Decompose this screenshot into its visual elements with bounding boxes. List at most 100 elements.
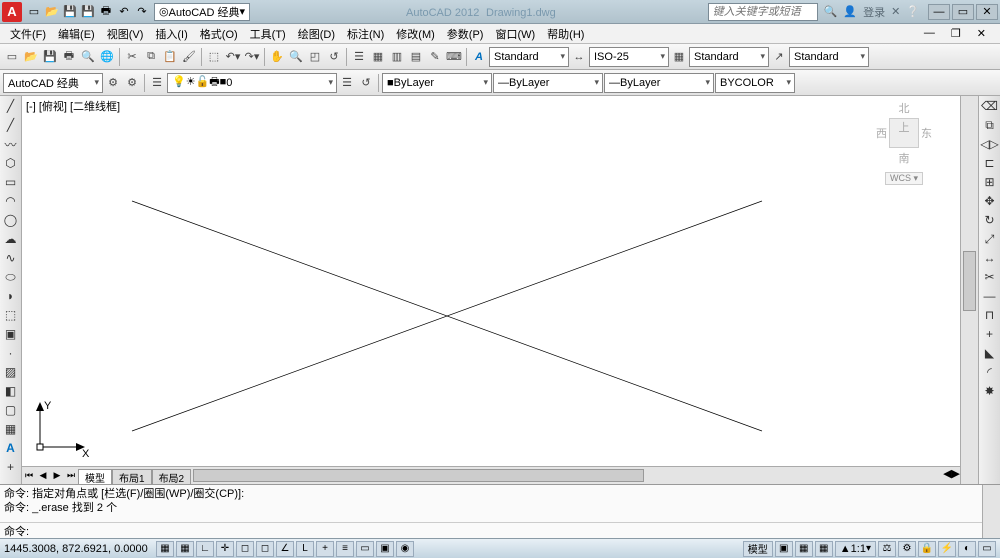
save-icon[interactable]: 💾 bbox=[41, 48, 59, 66]
wcs-dropdown[interactable]: WCS ▾ bbox=[885, 172, 923, 185]
explode-icon[interactable]: ✸ bbox=[982, 383, 998, 399]
tab-prev-icon[interactable]: ◀ bbox=[36, 469, 50, 483]
qs-button[interactable]: ▣ bbox=[775, 541, 793, 557]
new-icon[interactable]: ▭ bbox=[3, 48, 21, 66]
join-icon[interactable]: + bbox=[982, 326, 998, 342]
tab-layout2[interactable]: 布局2 bbox=[152, 469, 192, 484]
print-icon[interactable]: 🖶 bbox=[60, 48, 78, 66]
ws-switch-button[interactable]: ⚙ bbox=[898, 541, 916, 557]
isolate-button[interactable]: ◐ bbox=[958, 541, 976, 557]
erase-icon[interactable]: ⌫ bbox=[982, 98, 998, 114]
close-button[interactable]: ✕ bbox=[976, 4, 998, 20]
point-icon[interactable]: · bbox=[3, 345, 19, 361]
preview-icon[interactable]: 🔍 bbox=[79, 48, 97, 66]
ws-settings-icon[interactable]: ⚙ bbox=[104, 74, 122, 92]
dc-icon[interactable]: ▦ bbox=[369, 48, 387, 66]
open-icon[interactable]: 📂 bbox=[22, 48, 40, 66]
publish-icon[interactable]: 🌐 bbox=[98, 48, 116, 66]
mleaderstyle-icon[interactable]: ↗ bbox=[770, 48, 788, 66]
zoom-win-icon[interactable]: ◰ bbox=[306, 48, 324, 66]
color-dropdown[interactable]: ■ ByLayer bbox=[382, 73, 492, 93]
osnap-button[interactable]: ◻ bbox=[236, 541, 254, 557]
menu-window[interactable]: 窗口(W) bbox=[489, 26, 541, 42]
mdi-min-icon[interactable]: — bbox=[918, 27, 941, 40]
block-icon[interactable]: ▣ bbox=[3, 326, 19, 342]
save-icon[interactable]: 💾 bbox=[62, 4, 78, 20]
redo-icon[interactable]: ↷▾ bbox=[243, 48, 261, 66]
signin-icon[interactable]: 👤 bbox=[843, 5, 857, 18]
rectangle-icon[interactable]: ▭ bbox=[3, 174, 19, 190]
trim-icon[interactable]: ✂ bbox=[982, 269, 998, 285]
menu-file[interactable]: 文件(F) bbox=[4, 26, 52, 42]
menu-edit[interactable]: 编辑(E) bbox=[52, 26, 101, 42]
redo-icon[interactable]: ↷ bbox=[134, 4, 150, 20]
search-input[interactable] bbox=[708, 3, 818, 21]
prop-icon[interactable]: ☰ bbox=[350, 48, 368, 66]
open-icon[interactable]: 📂 bbox=[44, 4, 60, 20]
print-icon[interactable]: 🖶 bbox=[98, 4, 114, 20]
paste-icon[interactable]: 📋 bbox=[161, 48, 179, 66]
ssm-icon[interactable]: ▤ bbox=[407, 48, 425, 66]
dyn-button[interactable]: + bbox=[316, 541, 334, 557]
clean-button[interactable]: ▭ bbox=[978, 541, 996, 557]
annoscale-button[interactable]: ▲1:1▾ bbox=[835, 541, 876, 557]
polar-button[interactable]: ✛ bbox=[216, 541, 234, 557]
dimstyle-icon[interactable]: ↔ bbox=[570, 48, 588, 66]
signin-label[interactable]: 登录 bbox=[863, 4, 885, 20]
app-icon[interactable]: A bbox=[2, 2, 22, 22]
menu-help[interactable]: 帮助(H) bbox=[541, 26, 590, 42]
command-scrollbar[interactable] bbox=[982, 485, 1000, 538]
pan-icon[interactable]: ✋ bbox=[268, 48, 286, 66]
tab-next-icon[interactable]: ▶ bbox=[50, 469, 64, 483]
annovis-button[interactable]: ⚖ bbox=[878, 541, 896, 557]
hatch-icon[interactable]: ▨ bbox=[3, 364, 19, 380]
h-scrollbar[interactable] bbox=[191, 467, 943, 484]
calc-icon[interactable]: ⌨ bbox=[445, 48, 463, 66]
3dosnap-button[interactable]: ◻ bbox=[256, 541, 274, 557]
text-style-dropdown[interactable]: Standard bbox=[489, 47, 569, 67]
chamfer-icon[interactable]: ◣ bbox=[982, 345, 998, 361]
mdi-close-icon[interactable]: ✕ bbox=[971, 27, 992, 40]
tp-icon[interactable]: ▥ bbox=[388, 48, 406, 66]
coordinates[interactable]: 1445.3008, 872.6921, 0.0000 bbox=[4, 543, 154, 555]
polygon-icon[interactable]: ⬡ bbox=[3, 155, 19, 171]
tpy-button[interactable]: ▭ bbox=[356, 541, 374, 557]
modelspace-button[interactable]: 模型 bbox=[743, 541, 773, 557]
match-icon[interactable]: 🖌 bbox=[180, 48, 198, 66]
scroll-right-icon[interactable]: ▶ bbox=[952, 467, 960, 484]
lock-button[interactable]: 🔒 bbox=[918, 541, 936, 557]
copy-obj-icon[interactable]: ⧉ bbox=[982, 117, 998, 133]
copy-icon[interactable]: ⧉ bbox=[142, 48, 160, 66]
mdi-restore-icon[interactable]: ❐ bbox=[945, 27, 967, 40]
mleader-style-dropdown[interactable]: Standard bbox=[789, 47, 869, 67]
menu-format[interactable]: 格式(O) bbox=[194, 26, 244, 42]
gradient-icon[interactable]: ◧ bbox=[3, 383, 19, 399]
ellipsearc-icon[interactable]: ◗ bbox=[3, 288, 19, 304]
v-scrollbar[interactable] bbox=[960, 96, 978, 484]
drawing-canvas[interactable]: [-] [俯视] [二维线框] 北 西上东 南 WCS ▾ Y bbox=[22, 96, 960, 466]
qp-button[interactable]: ▣ bbox=[376, 541, 394, 557]
gear-icon[interactable]: ⚙ bbox=[123, 74, 141, 92]
menu-modify[interactable]: 修改(M) bbox=[390, 26, 441, 42]
plotstyle-dropdown[interactable]: BYCOLOR bbox=[715, 73, 795, 93]
menu-draw[interactable]: 绘图(D) bbox=[292, 26, 341, 42]
addselected-icon[interactable]: + bbox=[3, 459, 19, 475]
viewcube-top[interactable]: 上 bbox=[889, 118, 919, 148]
snap-button[interactable]: ▦ bbox=[156, 541, 174, 557]
zoom-rt-icon[interactable]: 🔍 bbox=[287, 48, 305, 66]
tab-first-icon[interactable]: ⏮ bbox=[22, 469, 36, 483]
ducs-button[interactable]: L bbox=[296, 541, 314, 557]
markup-icon[interactable]: ✎ bbox=[426, 48, 444, 66]
min-button[interactable]: — bbox=[928, 4, 950, 20]
tablestyle-icon[interactable]: ▦ bbox=[670, 48, 688, 66]
menu-parametric[interactable]: 参数(P) bbox=[441, 26, 490, 42]
workspace-dropdown[interactable]: ◎AutoCAD 经典▾ bbox=[154, 3, 250, 21]
layer-states-icon[interactable]: ☰ bbox=[338, 74, 356, 92]
xline-icon[interactable]: ╱ bbox=[3, 117, 19, 133]
sc-button[interactable]: ◉ bbox=[396, 541, 414, 557]
lineweight-dropdown[interactable]: — ByLayer bbox=[604, 73, 714, 93]
revcloud-icon[interactable]: ☁ bbox=[3, 231, 19, 247]
blockdef-icon[interactable]: ⬚ bbox=[205, 48, 223, 66]
linetype-dropdown[interactable]: — ByLayer bbox=[493, 73, 603, 93]
help-icon[interactable]: ❔ bbox=[906, 5, 920, 18]
